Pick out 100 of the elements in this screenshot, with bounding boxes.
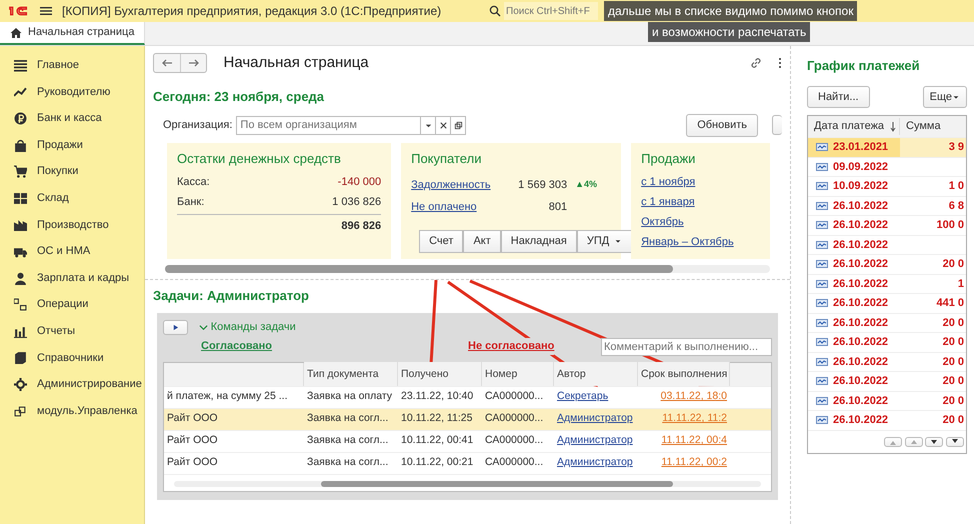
amount-cell-text: 20 0 [942,316,964,330]
amount-cell-text: 20 0 [942,257,964,272]
table-cell-text: СА000000... [484,411,544,426]
table-row[interactable]: 26.10.2022 20 0 [808,255,966,274]
table-cell-text: 23.11.22, 10:40 [400,389,474,404]
sidebar-item[interactable]: Руководителю [0,78,144,106]
table-cell-text: Райт ООО [166,455,219,470]
sidebar-item[interactable]: Операции [0,291,144,318]
date-cell-text: 26.10.2022 [833,394,888,408]
table-row[interactable]: 26.10.2022 20 0 [808,333,966,352]
table-cell-text: СА000000... [484,455,544,470]
amount-cell-text: 20 0 [942,354,964,370]
amount-cell-text: 20 0 [942,413,964,428]
subtitle-caption: дальше мы в списке видимо помимо кнопок [604,1,858,21]
table-row[interactable]: 26.10.2022 20 0 [808,411,966,430]
date-cell-text: 26.10.2022 [833,413,888,428]
table-cell-text: Райт ООО [166,433,219,448]
page-title: Начальная страница [224,53,369,73]
find-button[interactable]: Найти... [807,86,870,108]
table-cell-text: й платеж, на сумму 25 ... [166,389,288,404]
section-title: График платежей [807,57,921,75]
table-row[interactable]: 10.09.2022 1 0 [808,177,966,196]
column-header: Сумма [905,119,941,134]
sidebar-item[interactable]: Банк и касса [0,105,144,132]
period-link[interactable]: с 1 ноября [641,176,696,188]
customer-link[interactable]: Задолженность [411,176,512,194]
column-header: Автор [554,362,638,386]
date-cell-text: 26.10.2022 [833,335,888,350]
panel-title: Продажи [641,150,696,168]
amount-value: 801 [548,200,568,215]
period-link[interactable]: Январь – Октябрь [641,236,734,248]
reject-link[interactable]: Не согласовано [468,338,554,355]
column-header: Дата платежа [814,119,884,134]
print-button[interactable]: Акт [463,230,501,252]
more-button[interactable]: Еще [922,86,967,108]
date-cell-text: 26.10.2022 [833,296,888,311]
panel-title: Остатки денежных средств [177,150,342,168]
search-field[interactable]: Поиск Ctrl+Shift+F [504,2,598,20]
amount-cell-text: 6 8 [948,198,964,214]
column-header: Получено [398,362,482,386]
table-row[interactable]: 26.10.2022 1 [808,274,966,294]
print-button[interactable]: УПД [576,230,632,252]
table-cell-text: Заявка на оплату [306,389,394,404]
sidebar-item[interactable]: ОС и НМА [0,238,144,265]
amount-cell-text: 20 0 [942,394,964,408]
print-button[interactable]: Счет [419,230,464,252]
date-cell-text: 26.10.2022 [833,374,888,389]
author-link[interactable]: Секретарь [557,390,608,402]
table-row[interactable]: 26.10.2022 [808,236,966,255]
sidebar-item[interactable]: Главное [0,52,144,79]
customer-link[interactable]: Не оплачено [411,198,512,216]
sidebar-item[interactable]: Производство [0,212,144,238]
section-title: Сегодня: 23 ноября, среда [153,88,326,106]
date-cell-text: 10.09.2022 [833,179,888,194]
sidebar-item[interactable]: Склад [0,184,144,212]
date-cell-text: 23.01.2021 [833,140,888,155]
table-cell-text: Заявка на согл... [306,411,390,426]
table-row[interactable]: 26.10.2022 20 0 [808,372,966,392]
period-link[interactable]: Октябрь [641,216,684,228]
author-link[interactable]: Администратор [557,412,633,424]
period-link[interactable]: с 1 января [641,196,695,208]
subtitle-caption: и возможности распечатать [648,22,810,42]
amount-value: -140 000 [338,175,382,190]
date-cell-text: 26.10.2022 [833,257,888,272]
date-cell-text: 26.10.2022 [833,218,888,233]
amount-cell-text: 20 0 [942,335,964,350]
sidebar-item[interactable]: Продажи [0,132,144,158]
sidebar-item[interactable]: Покупки [0,158,144,185]
sidebar-item[interactable]: Зарплата и кадры [0,264,144,292]
table-row[interactable]: 26.10.2022 441 0 [808,294,966,314]
amount-cell-text: 1 [958,276,964,292]
print-button[interactable]: Накладная [500,230,577,252]
table-row[interactable]: 26.10.2022 20 0 [808,314,966,333]
table-cell-text: 10.11.22, 00:21 [400,455,474,470]
sidebar-item[interactable]: модуль.Управленка [0,398,144,424]
table-cell-text: СА000000... [484,389,544,404]
table-row[interactable]: 26.10.2022 20 0 [808,352,966,372]
date-cell-text: 09.09.2022 [833,160,888,174]
organization-field[interactable]: По всем организациям [236,116,422,135]
total-value: 896 826 [177,214,382,234]
sidebar-item[interactable]: Администрирование [0,371,144,398]
amount-cell-text: 441 0 [936,296,964,311]
amount-cell-text: 20 0 [942,374,964,389]
table-row[interactable]: 26.10.2022 20 0 [808,392,966,411]
table-row[interactable]: 26.10.2022 100 0 [808,216,966,236]
table-cell-text: Заявка на согл... [306,433,390,448]
page-tab[interactable]: Начальная страница [0,22,146,45]
author-link[interactable]: Администратор [557,434,633,446]
table-row[interactable]: Райт ООО Заявка на согл... 10.11.22, 00:21 СА000000... Администратор 11.11.22, 00:2 [164,452,771,474]
table-row[interactable]: 09.09.2022 [808,158,966,177]
table-row[interactable]: Райт ООО Заявка на согл... 10.11.22, 11:25 СА000000... Администратор 11.11.22, 11:2 [164,408,771,430]
author-link[interactable]: Администратор [557,456,633,468]
panel-title: Покупатели [411,150,482,168]
sidebar-item[interactable]: Отчеты [0,318,144,345]
field-label: Организация: [163,118,232,133]
comment-field[interactable]: Комментарий к выполнению... [601,338,772,356]
refresh-button[interactable]: Обновить [686,114,758,136]
table-row[interactable]: Райт ООО Заявка на согл... 10.11.22, 00:41 СА000000... Администратор 11.11.22, 00:4 [164,430,771,452]
sidebar-item[interactable]: Справочники [0,344,144,372]
table-row[interactable]: 26.10.2022 6 8 [808,196,966,216]
